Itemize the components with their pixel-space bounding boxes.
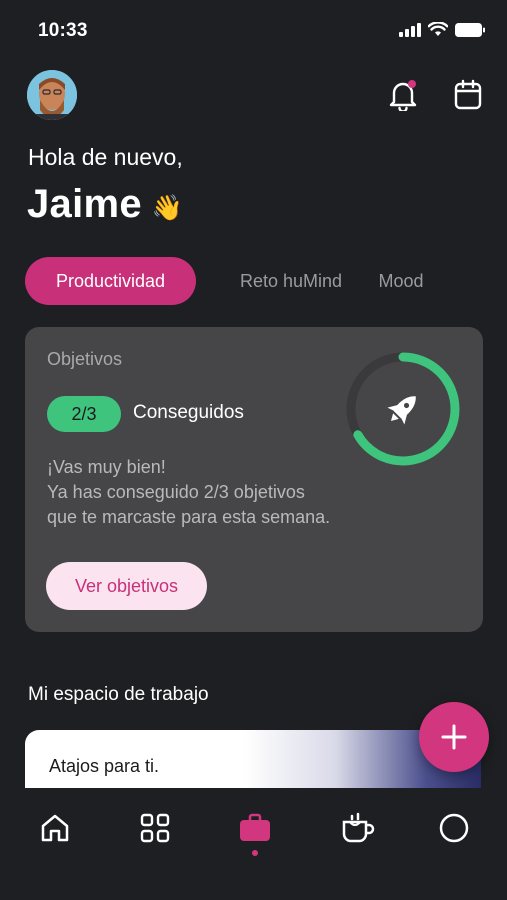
goals-progress-ring <box>346 352 460 466</box>
notifications-button[interactable] <box>386 78 420 112</box>
bottom-nav <box>0 788 507 900</box>
battery-icon <box>455 22 485 37</box>
avatar-image <box>27 70 77 120</box>
nav-grid[interactable] <box>135 808 175 848</box>
status-time: 10:33 <box>38 20 88 41</box>
wave-icon: 👋 <box>151 194 184 222</box>
nav-work[interactable] <box>235 808 275 848</box>
goals-badge-label: Conseguidos <box>133 402 244 423</box>
nav-home[interactable] <box>35 808 75 848</box>
notification-dot <box>408 80 416 88</box>
tab-bar: Productividad Reto huMind Mood <box>25 257 485 305</box>
workspace-section-title: Mi espacio de trabajo <box>28 684 209 705</box>
calendar-icon <box>454 79 482 110</box>
shortcuts-label: Atajos para ti. <box>49 756 160 776</box>
goals-message-line: que te marcaste para esta semana. <box>47 507 331 527</box>
status-bar: 10:33 <box>0 0 507 62</box>
tab-mood[interactable]: Mood <box>365 257 437 305</box>
tab-productividad[interactable]: Productividad <box>25 257 196 305</box>
user-name: Jaime <box>27 182 142 226</box>
signal-icon <box>399 22 421 37</box>
nav-active-indicator <box>252 850 258 856</box>
user-name-row: Jaime 👋 <box>27 182 183 227</box>
view-goals-button[interactable]: Ver objetivos <box>46 562 207 610</box>
home-icon <box>41 814 69 842</box>
plus-icon <box>441 724 467 750</box>
status-icons <box>399 22 485 37</box>
wifi-icon <box>428 22 448 36</box>
rocket-icon <box>387 396 416 425</box>
coffee-icon <box>342 812 375 843</box>
tab-reto-humind[interactable]: Reto huMind <box>211 257 371 305</box>
briefcase-icon <box>240 813 270 841</box>
goals-card: Objetivos 2/3 Conseguidos ¡Vas muy bien!… <box>25 327 483 632</box>
calendar-button[interactable] <box>451 78 485 112</box>
nav-profile[interactable] <box>434 808 474 848</box>
avatar[interactable] <box>27 70 77 120</box>
goals-card-title: Objetivos <box>47 349 123 369</box>
grid-icon <box>140 813 170 843</box>
goals-message-line: Ya has conseguido 2/3 objetivos <box>47 482 305 502</box>
goals-progress-badge: 2/3 <box>47 396 121 432</box>
nav-break[interactable] <box>338 808 378 848</box>
greeting-text: Hola de nuevo, <box>28 144 183 170</box>
circle-icon <box>439 813 469 843</box>
add-button[interactable] <box>419 702 489 772</box>
